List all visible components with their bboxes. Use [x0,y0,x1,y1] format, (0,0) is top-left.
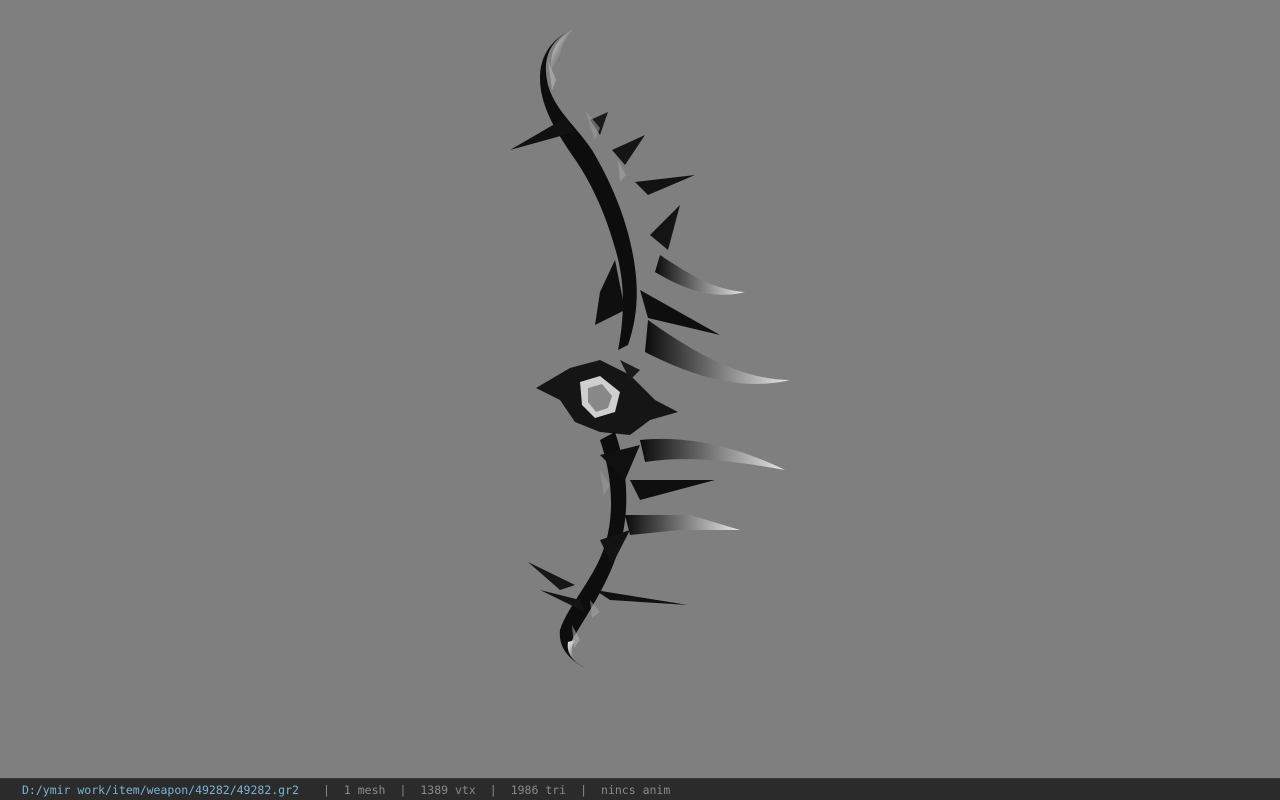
separator: | [489,782,497,797]
triangle-count-label: 1986 tri [510,782,567,797]
status-bar: D:/ymir work/item/weapon/49282/49282.gr2… [0,778,1280,800]
separator: | [399,782,407,797]
animation-status-label: nincs anim [601,782,671,797]
separator: | [322,782,330,797]
mesh-count-label: 1 mesh [343,782,386,797]
bow-icon [510,28,790,668]
3d-viewport[interactable] [0,0,1280,778]
model-path-label: D:/ymir work/item/weapon/49282/49282.gr2 [22,782,299,797]
vertex-count-label: 1389 vtx [420,782,476,797]
separator: | [580,782,588,797]
